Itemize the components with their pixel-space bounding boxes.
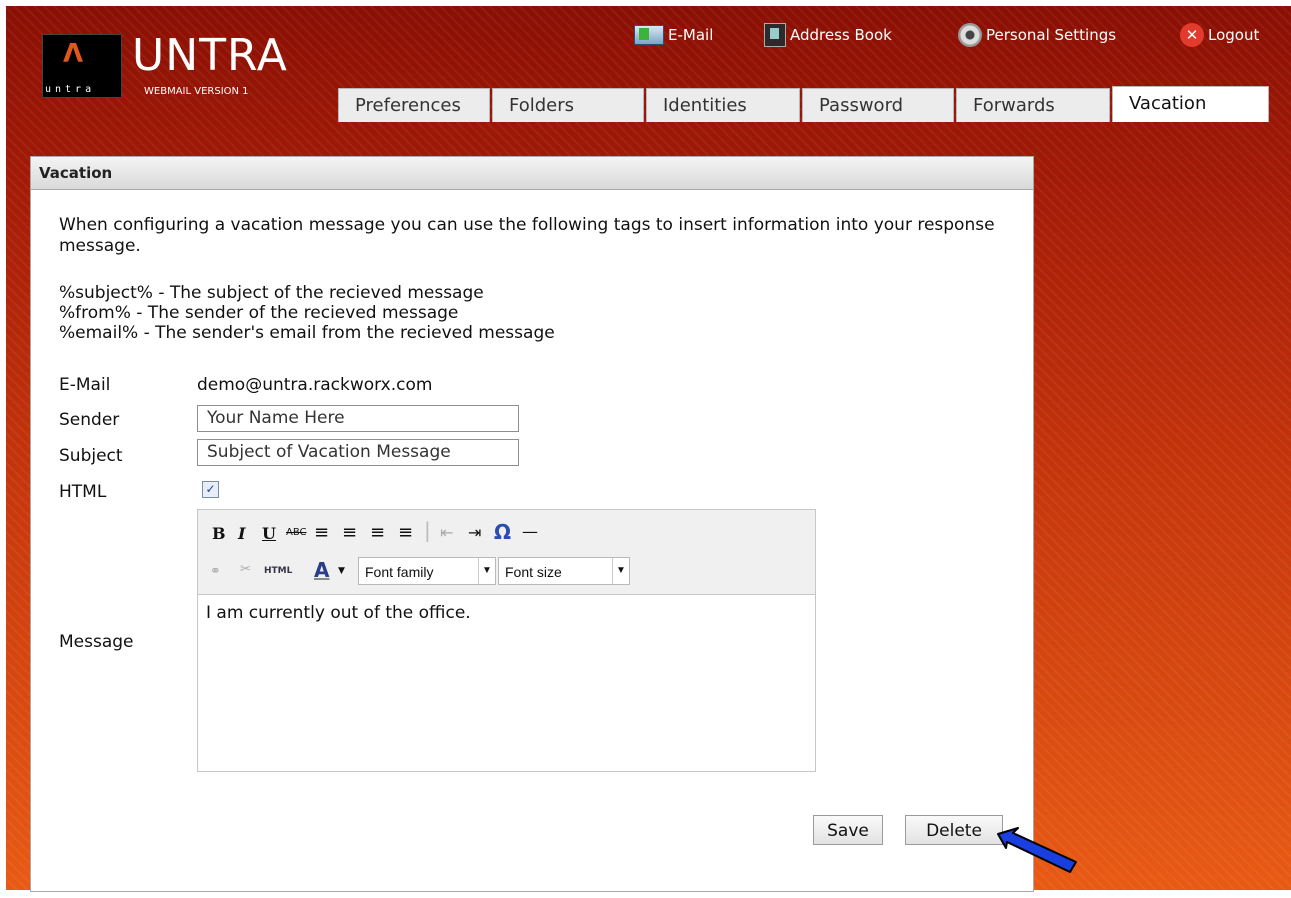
align-left-button[interactable]: ≡ [314,522,329,543]
subject-label: Subject [59,446,123,466]
message-editor-body[interactable]: I am currently out of the office. [198,595,815,631]
address-book-icon [764,23,786,47]
link-icon[interactable]: ⚭ [210,564,221,579]
strikethrough-button[interactable]: ABC [286,527,307,538]
untra-logo: Λ untra [42,34,122,98]
email-icon [634,25,664,45]
unlink-icon[interactable]: ✂ [240,562,251,577]
text-color-button[interactable]: A [314,558,329,582]
justify-button[interactable]: ≡ [398,522,413,543]
underline-button[interactable]: U [262,524,276,543]
html-source-button[interactable]: HTML [264,566,292,576]
message-editor: B I U ABC ≡ ≡ ≡ ≡ | ⇤ ⇥ Ω — ⚭ ✂ HTML A ▼… [197,509,816,772]
intro-text: When configuring a vacation message you … [59,215,995,256]
logout-icon: ✕ [1180,23,1204,47]
tag-from: %from% - The sender of the recieved mess… [59,303,459,323]
italic-button[interactable]: I [238,524,245,543]
html-checkbox[interactable]: ✓ [202,481,219,498]
text-color-dropdown-icon[interactable]: ▼ [338,566,345,576]
nav-personal-settings[interactable]: Personal Settings [958,22,1116,48]
tab-preferences[interactable]: Preferences [338,88,490,122]
save-button[interactable]: Save [813,815,883,845]
html-label: HTML [59,482,107,502]
nav-email-label: E-Mail [668,26,714,44]
font-size-select[interactable]: Font size ▼ [498,557,630,585]
nav-personal-settings-label: Personal Settings [986,26,1117,44]
pointer-arrow-icon [997,827,1077,873]
indent-button[interactable]: ⇥ [468,523,481,542]
sender-label: Sender [59,410,120,430]
nav-logout[interactable]: ✕ Logout [1180,22,1259,48]
sender-input[interactable]: Your Name Here [197,405,519,432]
align-right-button[interactable]: ≡ [370,522,385,543]
settings-gear-icon [958,23,982,47]
chevron-down-icon: ▼ [478,558,495,584]
special-char-button[interactable]: Ω [494,520,511,544]
tab-password[interactable]: Password [802,88,954,122]
horizontal-rule-button[interactable]: — [522,522,538,541]
nav-email[interactable]: E-Mail [634,22,713,48]
tag-subject: %subject% - The subject of the recieved … [59,283,484,303]
subject-input[interactable]: Subject of Vacation Message [197,439,519,466]
tab-forwards[interactable]: Forwards [956,88,1110,122]
outdent-button[interactable]: ⇤ [440,523,453,542]
editor-toolbar: B I U ABC ≡ ≡ ≡ ≡ | ⇤ ⇥ Ω — ⚭ ✂ HTML A ▼… [198,510,815,595]
bold-button[interactable]: B [212,524,226,543]
chevron-down-icon: ▼ [612,558,629,584]
logo-title: UNTRA [132,30,288,81]
tab-folders[interactable]: Folders [492,88,644,122]
delete-button[interactable]: Delete [905,815,1003,845]
nav-address-book-label: Address Book [790,26,892,44]
tag-email: %email% - The sender's email from the re… [59,323,555,343]
panel-title: Vacation [31,157,1033,190]
tab-identities[interactable]: Identities [646,88,800,122]
nav-logout-label: Logout [1208,26,1260,44]
font-family-select[interactable]: Font family ▼ [358,557,496,585]
nav-address-book[interactable]: Address Book [764,22,892,48]
toolbar-separator: | [424,518,431,542]
font-family-value: Font family [365,564,434,580]
email-value: demo@untra.rackworx.com [197,375,433,395]
page-background: Λ untra UNTRA WEBMAIL VERSION 1 E-Mail A… [6,6,1291,892]
email-label: E-Mail [59,375,111,395]
font-size-value: Font size [505,564,562,580]
logo-caret: Λ [63,39,84,69]
message-label: Message [59,632,134,652]
logo-subtitle: WEBMAIL VERSION 1 [144,86,249,97]
tab-vacation[interactable]: Vacation [1112,86,1269,122]
align-center-button[interactable]: ≡ [342,522,357,543]
vacation-panel: Vacation When configuring a vacation mes… [30,156,1034,892]
logo-small-text: untra [45,84,96,95]
